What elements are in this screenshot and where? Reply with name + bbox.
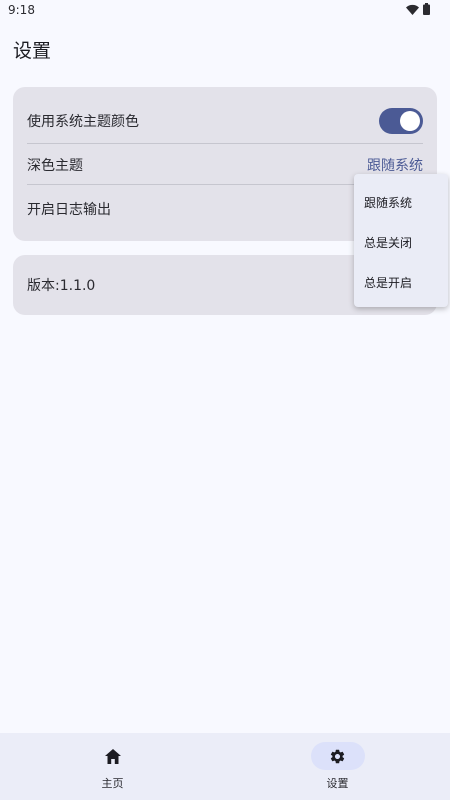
divider <box>27 143 423 144</box>
toggle-knob <box>400 111 420 131</box>
page-title: 设置 <box>13 40 52 62</box>
dropdown-option-always-on[interactable]: 总是开启 <box>364 274 412 291</box>
nav-icon-container <box>86 742 140 770</box>
nav-label-settings: 设置 <box>326 777 349 790</box>
dropdown-option-always-off[interactable]: 总是关闭 <box>364 234 412 251</box>
nav-icon-container-active <box>310 742 365 770</box>
system-theme-color-label: 使用系统主题颜色 <box>27 114 139 130</box>
system-theme-color-row[interactable]: 使用系统主题颜色 <box>27 107 423 135</box>
gear-icon <box>330 749 345 763</box>
dark-theme-dropdown: 跟随系统 总是关闭 总是开启 <box>354 174 448 307</box>
bottom-nav: 主页 设置 <box>0 733 450 800</box>
dark-theme-value[interactable]: 跟随系统 <box>367 155 423 175</box>
log-output-label: 开启日志输出 <box>27 202 111 218</box>
status-time: 9:18 <box>8 3 35 17</box>
nav-item-settings[interactable]: 设置 <box>225 733 450 800</box>
version-label: 版本:1.1.0 <box>27 278 96 294</box>
dark-theme-label: 深色主题 <box>27 158 83 174</box>
nav-label-home: 主页 <box>101 777 124 790</box>
system-theme-color-toggle[interactable] <box>379 108 423 134</box>
battery-icon <box>423 3 430 15</box>
home-icon <box>104 748 121 764</box>
status-bar: 9:18 <box>0 0 450 22</box>
wifi-icon <box>406 4 419 15</box>
status-icons <box>406 3 430 15</box>
dropdown-option-follow-system[interactable]: 跟随系统 <box>364 194 412 211</box>
nav-item-home[interactable]: 主页 <box>0 733 225 800</box>
